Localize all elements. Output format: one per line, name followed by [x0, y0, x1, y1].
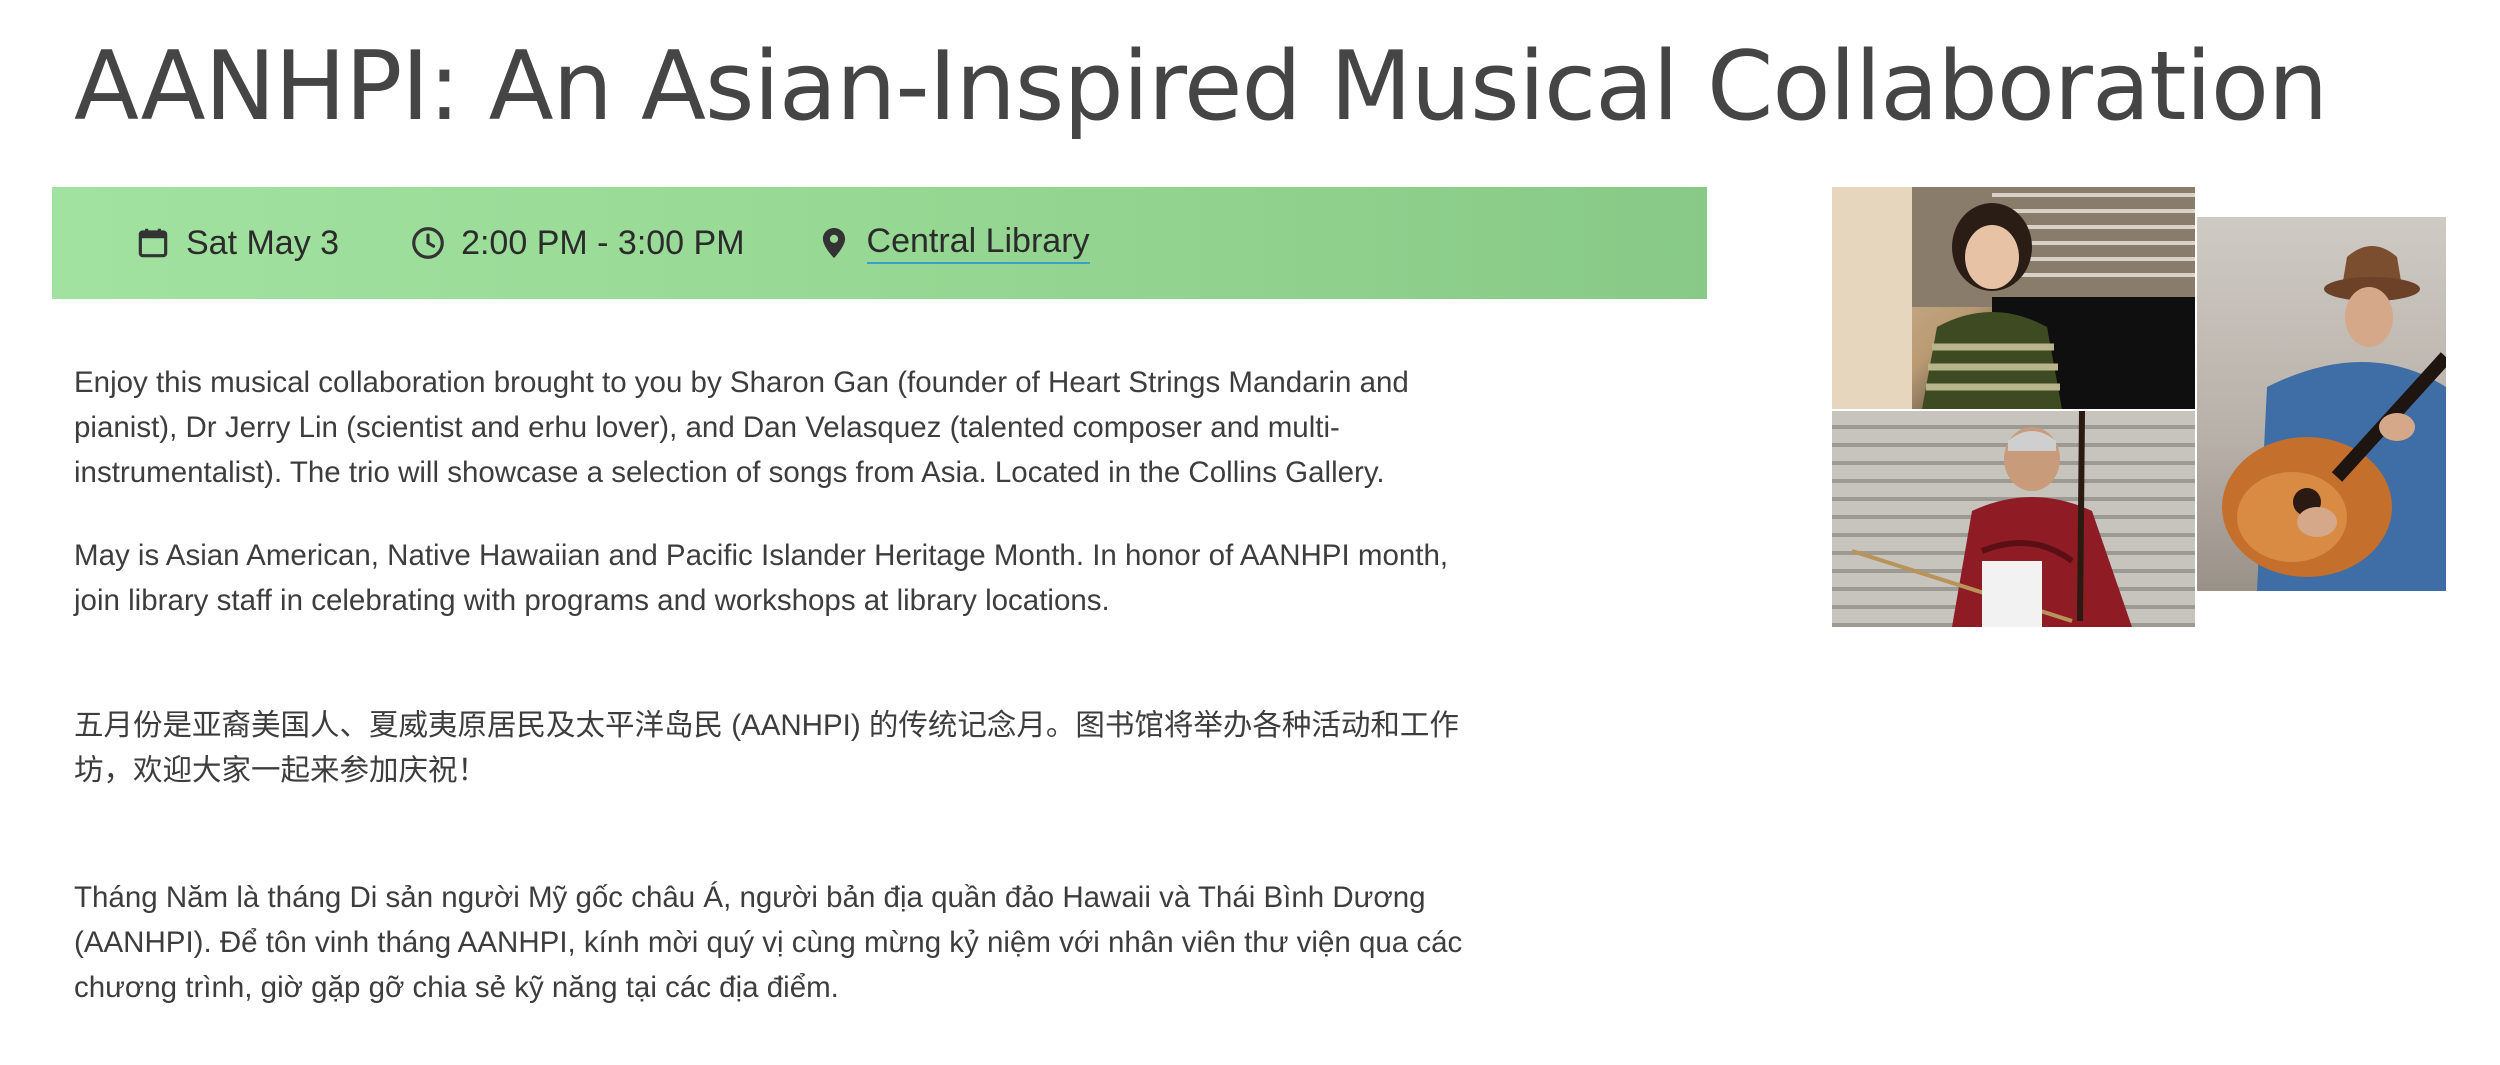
guitarist-photo: [2197, 217, 2446, 591]
event-date-label: Sat May 3: [186, 223, 340, 262]
description-paragraph-chinese: 五月份是亚裔美国人、夏威夷原居民及太平洋岛民 (AANHPI) 的传统记念月。图…: [74, 709, 1459, 787]
pianist-photo: [1832, 187, 2195, 409]
event-time: 2:00 PM - 3:00 PM: [409, 223, 745, 263]
page-title: AANHPI: An Asian-Inspired Musical Collab…: [74, 32, 2328, 142]
event-date: Sat May 3: [134, 224, 339, 263]
location-link[interactable]: Central Library: [866, 222, 1090, 264]
description-paragraph-2: May is Asian American, Native Hawaiian a…: [74, 539, 1449, 617]
erhu-player-photo: [1832, 411, 2195, 627]
event-info-bar: Sat May 3 2:00 PM - 3:00 PM Central Libr…: [52, 187, 1707, 299]
event-time-label: 2:00 PM - 3:00 PM: [461, 223, 745, 262]
calendar-icon: [138, 228, 168, 258]
event-location[interactable]: Central Library: [815, 222, 1090, 264]
performer-photo-collage: [1832, 187, 2446, 627]
description-paragraph-1: Enjoy this musical collaboration brought…: [74, 366, 1409, 489]
map-pin-icon: [822, 227, 845, 259]
event-page: AANHPI: An Asian-Inspired Musical Collab…: [0, 0, 2500, 1065]
description-paragraph-vietnamese: Tháng Năm là tháng Di sản người Mỹ gốc c…: [74, 881, 1463, 1004]
clock-icon: [412, 227, 444, 259]
